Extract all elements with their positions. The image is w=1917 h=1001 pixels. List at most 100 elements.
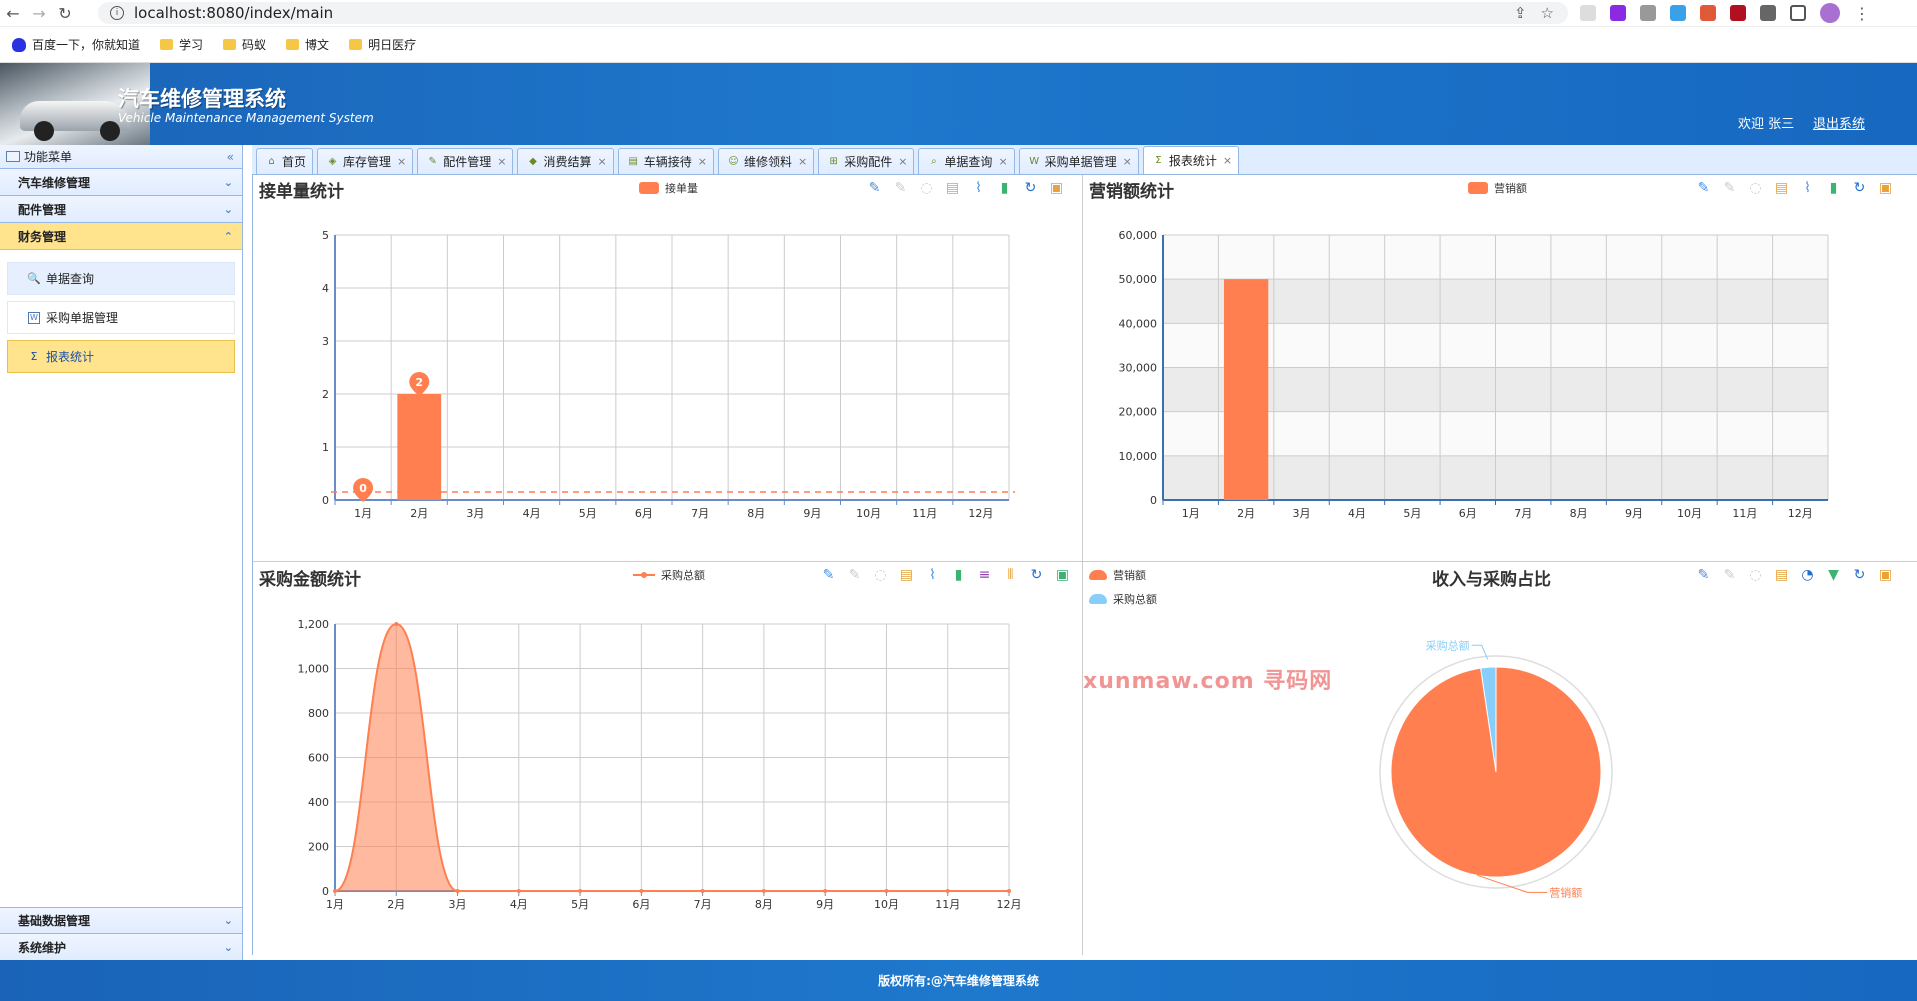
close-tab-icon[interactable]: × xyxy=(397,155,406,168)
sales-chart: 营销额统计 营销额 ✎ ✎ ◌ ▤ ⌇ ▮ ↻ ▣ 0 10,000 20,000 30,000 40… xyxy=(1082,175,1917,561)
bookmarks-bar: 百度一下，你就知道 学习 码蚁 博文 明日医疗 xyxy=(0,27,1917,63)
menu-group-parts[interactable]: 配件管理 ⌄ xyxy=(0,196,242,223)
tab-person[interactable]: ☺ 维修领料 × xyxy=(717,148,815,174)
bookmark-folder[interactable]: 学习 xyxy=(160,36,203,53)
menu-icon xyxy=(6,151,20,162)
data-point xyxy=(1007,889,1011,893)
orders-plot: 0 1 2 3 4 5 1月 2月 3月 4月 5月 6月 7月 8月 9月 10月 11月 12月 0 2 xyxy=(322,229,1015,520)
tab-search[interactable]: ⌕ 单据查询 × xyxy=(918,148,1015,174)
share-icon[interactable]: ⇪ xyxy=(1514,4,1527,22)
tab-tag[interactable]: ◆ 消费结算 × xyxy=(517,148,614,174)
extension-icon[interactable] xyxy=(1730,5,1746,21)
bottom-menu: 基础数据管理 ⌄ 系统维护 ⌄ xyxy=(0,907,242,961)
sidebar-item-label: 采购单据管理 xyxy=(46,311,119,325)
star-icon[interactable]: ☆ xyxy=(1541,4,1554,22)
address-bar[interactable]: i localhost:8080/index/main ⇪ ☆ xyxy=(98,2,1568,24)
y-tick-label: 1 xyxy=(322,441,329,454)
y-tick-label: 0 xyxy=(322,885,329,898)
more-icon[interactable]: ⋮ xyxy=(1854,4,1870,23)
x-tick-label: 9月 xyxy=(803,507,821,520)
y-tick-label: 4 xyxy=(322,282,329,295)
close-tab-icon[interactable]: × xyxy=(497,155,506,168)
app-title: 汽车维修管理系统 xyxy=(118,87,286,111)
sigma-icon: Σ xyxy=(30,350,38,363)
y-tick-label: 800 xyxy=(308,707,329,720)
info-icon[interactable]: i xyxy=(110,6,124,20)
close-tab-icon[interactable]: × xyxy=(998,155,1007,168)
tab-label: 采购配件 xyxy=(844,155,893,169)
car-icon: ▤ xyxy=(628,156,638,167)
data-point xyxy=(761,889,766,893)
y-tick-label: 10,000 xyxy=(1119,450,1158,463)
tab-cart[interactable]: ⊞ 采购配件 × xyxy=(818,148,915,174)
menu-group-repair[interactable]: 汽车维修管理 ⌄ xyxy=(0,169,242,196)
bookmark-folder[interactable]: 博文 xyxy=(286,36,329,53)
extension-icon[interactable] xyxy=(1700,5,1716,21)
menu-group-system[interactable]: 系统维护 ⌄ xyxy=(0,934,242,961)
extension-icon[interactable] xyxy=(1670,5,1686,21)
x-tick-label: 5月 xyxy=(571,898,589,911)
y-tick-label: 5 xyxy=(322,229,329,242)
extension-icon[interactable] xyxy=(1580,5,1596,21)
close-tab-icon[interactable]: × xyxy=(598,155,607,168)
markpoint-label: 0 xyxy=(359,482,367,495)
y-tick-label: 50,000 xyxy=(1119,273,1158,286)
extension-icon[interactable] xyxy=(1610,5,1626,21)
menu-group-finance[interactable]: 财务管理 ⌃ xyxy=(0,223,242,250)
x-tick-label: 1月 xyxy=(354,507,372,520)
x-tick-label: 12月 xyxy=(997,898,1022,911)
home-icon: ⌂ xyxy=(268,156,275,167)
x-tick-label: 9月 xyxy=(1625,507,1643,520)
logout-link[interactable]: 退出系统 xyxy=(1813,113,1865,132)
menu-group-basic-data[interactable]: 基础数据管理 ⌄ xyxy=(0,907,242,934)
bookmark-folder[interactable]: 码蚁 xyxy=(223,36,266,53)
back-icon[interactable]: ← xyxy=(0,0,26,26)
chevron-down-icon: ⌄ xyxy=(223,202,233,216)
tab-label: 首页 xyxy=(282,155,307,169)
tab-doc[interactable]: W 采购单据管理 × xyxy=(1018,148,1139,174)
tab-label: 库存管理 xyxy=(343,155,392,169)
close-tab-icon[interactable]: × xyxy=(1223,154,1232,167)
bookmark-baidu[interactable]: 百度一下，你就知道 xyxy=(12,36,140,53)
close-tab-icon[interactable]: × xyxy=(1123,155,1132,168)
sidepanel-icon[interactable] xyxy=(1790,5,1806,21)
x-tick-label: 7月 xyxy=(691,507,709,520)
x-tick-label: 6月 xyxy=(1459,507,1477,520)
data-point xyxy=(394,622,399,626)
menu-group-label: 配件管理 xyxy=(18,202,67,217)
puzzle-icon[interactable] xyxy=(1760,5,1776,21)
x-tick-label: 12月 xyxy=(968,507,993,520)
chevron-down-icon: ⌄ xyxy=(223,940,233,954)
ratio-plot: 采购总额营销额 xyxy=(1379,638,1613,899)
close-tab-icon[interactable]: × xyxy=(898,155,907,168)
tab-car[interactable]: ▤ 车辆接待 × xyxy=(617,148,714,174)
extension-icon[interactable] xyxy=(1640,5,1656,21)
baidu-icon xyxy=(12,37,26,52)
sidebar-item-purchase-docs[interactable]: W 采购单据管理 xyxy=(7,301,235,334)
sidebar-item-report[interactable]: Σ 报表统计 xyxy=(7,340,235,373)
data-point xyxy=(945,889,950,893)
x-tick-label: 11月 xyxy=(935,898,960,911)
tab-pencil[interactable]: ✎ 配件管理 × xyxy=(417,148,514,174)
close-tab-icon[interactable]: × xyxy=(798,155,807,168)
bar xyxy=(397,394,442,500)
tab-label: 单据查询 xyxy=(944,155,993,169)
tab-shield[interactable]: ◈ 库存管理 × xyxy=(317,148,414,174)
close-tab-icon[interactable]: × xyxy=(698,155,707,168)
collapse-icon[interactable]: « xyxy=(227,150,234,164)
bookmark-folder[interactable]: 明日医疗 xyxy=(349,36,416,53)
tab-home[interactable]: ⌂ 首页 xyxy=(256,148,314,174)
x-tick-label: 3月 xyxy=(449,898,467,911)
reload-icon[interactable]: ↻ xyxy=(52,0,78,26)
tab-sigma[interactable]: Σ 报表统计 × xyxy=(1142,146,1240,174)
car-wheel xyxy=(100,121,120,141)
profile-avatar[interactable] xyxy=(1820,3,1840,23)
x-tick-label: 4月 xyxy=(1348,507,1366,520)
forward-icon[interactable]: → xyxy=(26,0,52,26)
sigma-icon: Σ xyxy=(1155,155,1162,166)
report-panel: 接单量统计 接单量 ✎ ✎ ◌ ▤ ⌇ ▮ ↻ ▣ 0 1 2 3 4 5 1月 2月 3月 4月 5月 6月 7月 8… xyxy=(252,175,1917,955)
sidebar-item-document-query[interactable]: 🔍 单据查询 xyxy=(7,262,235,295)
x-tick-label: 8月 xyxy=(747,507,765,520)
pencil-icon: ✎ xyxy=(428,156,437,167)
data-point xyxy=(516,889,521,893)
